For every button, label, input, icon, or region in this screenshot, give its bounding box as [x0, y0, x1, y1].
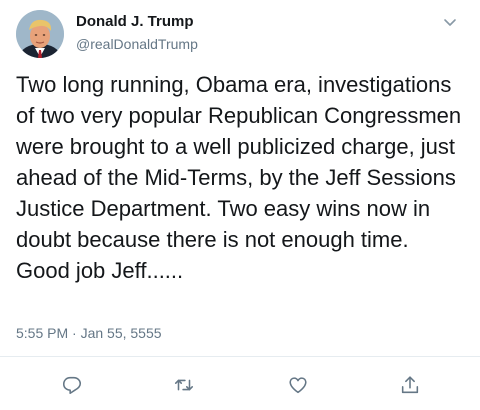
chevron-down-icon[interactable]	[442, 14, 458, 30]
retweet-icon	[174, 379, 194, 391]
tweet-card: Donald J. Trump @realDonaldTrump Two lon…	[0, 0, 480, 410]
avatar[interactable]	[16, 10, 64, 58]
tweet-timestamp[interactable]: 5:55 PM · Jan 55, 5555	[16, 325, 162, 341]
reply-icon	[62, 376, 82, 395]
share-icon	[401, 376, 419, 394]
share-button[interactable]	[397, 372, 423, 398]
action-bar	[0, 372, 480, 398]
display-name[interactable]: Donald J. Trump	[76, 12, 198, 32]
heart-icon	[289, 377, 307, 394]
reply-button[interactable]	[59, 372, 85, 398]
profile-photo	[16, 10, 64, 58]
tweet-text: Two long running, Obama era, investigati…	[16, 72, 462, 283]
like-button[interactable]	[285, 372, 311, 398]
divider	[0, 356, 480, 357]
retweet-button[interactable]	[171, 372, 197, 398]
author-block: Donald J. Trump @realDonaldTrump	[76, 12, 198, 54]
user-handle[interactable]: @realDonaldTrump	[76, 34, 198, 54]
